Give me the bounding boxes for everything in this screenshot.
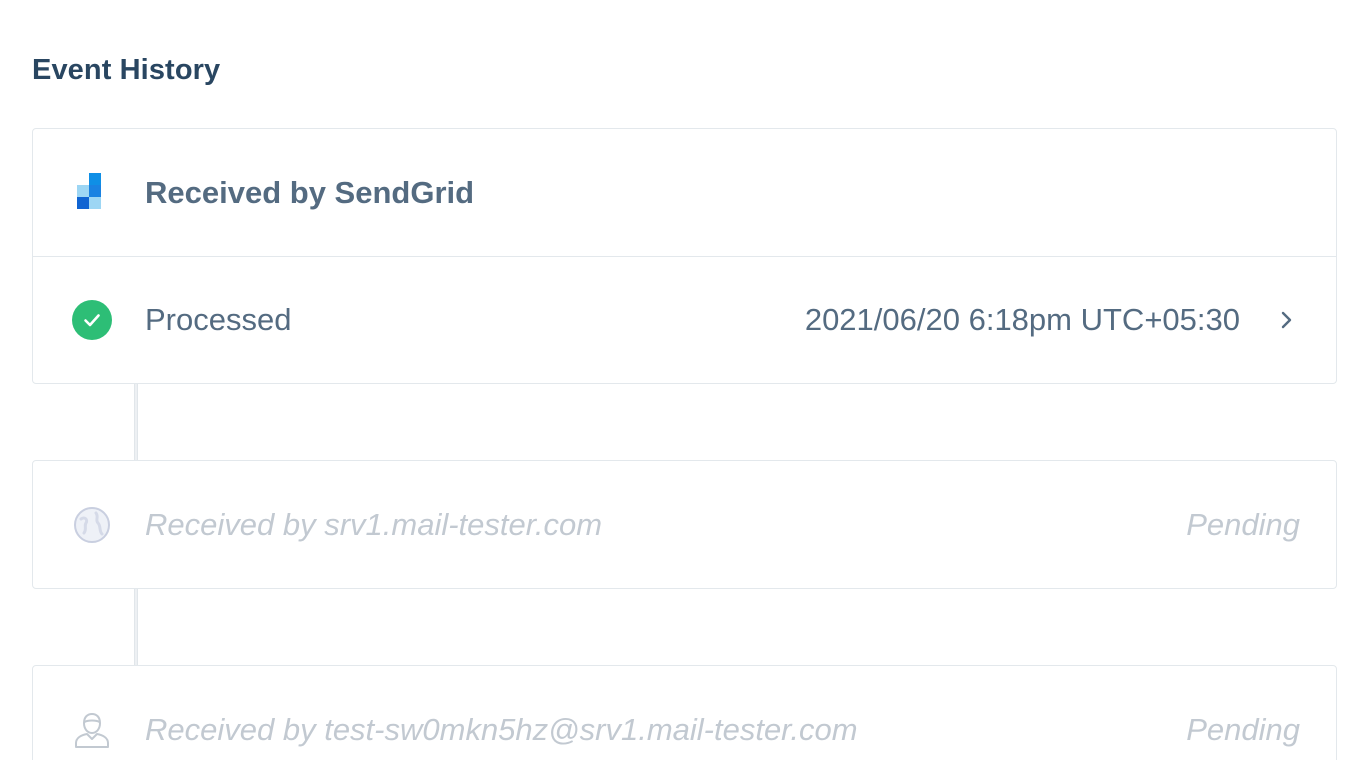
server-status: Pending <box>1186 506 1300 542</box>
check-circle-icon <box>72 300 112 340</box>
processed-label: Processed <box>145 302 292 337</box>
server-event-row: Received by srv1.mail-tester.com Pending <box>33 461 1336 588</box>
globe-icon <box>74 506 110 543</box>
server-event-card: Received by srv1.mail-tester.com Pending <box>32 460 1337 589</box>
chevron-right-icon[interactable] <box>1276 307 1298 333</box>
event-history-page: Event History Received by SendGrid Proce… <box>0 0 1372 760</box>
user-icon <box>75 712 109 748</box>
recipient-status: Pending <box>1186 711 1300 747</box>
sendgrid-event-card: Received by SendGrid Processed 2021/06/2… <box>32 128 1337 384</box>
recipient-event-card: Received by test-sw0mkn5hz@srv1.mail-tes… <box>32 665 1337 760</box>
recipient-event-row: Received by test-sw0mkn5hz@srv1.mail-tes… <box>33 666 1336 760</box>
recipient-label: Received by test-sw0mkn5hz@srv1.mail-tes… <box>145 711 858 747</box>
sendgrid-label: Received by SendGrid <box>145 174 475 210</box>
sendgrid-logo-icon <box>77 172 101 209</box>
section-title: Event History <box>32 54 221 86</box>
timeline-connector <box>134 589 138 665</box>
sendgrid-header-row: Received by SendGrid <box>33 129 1336 256</box>
processed-event-row[interactable]: Processed 2021/06/20 6:18pm UTC+05:30 <box>33 256 1336 383</box>
server-label: Received by srv1.mail-tester.com <box>145 506 603 542</box>
timeline-connector <box>134 384 138 460</box>
processed-timestamp: 2021/06/20 6:18pm UTC+05:30 <box>804 302 1240 337</box>
